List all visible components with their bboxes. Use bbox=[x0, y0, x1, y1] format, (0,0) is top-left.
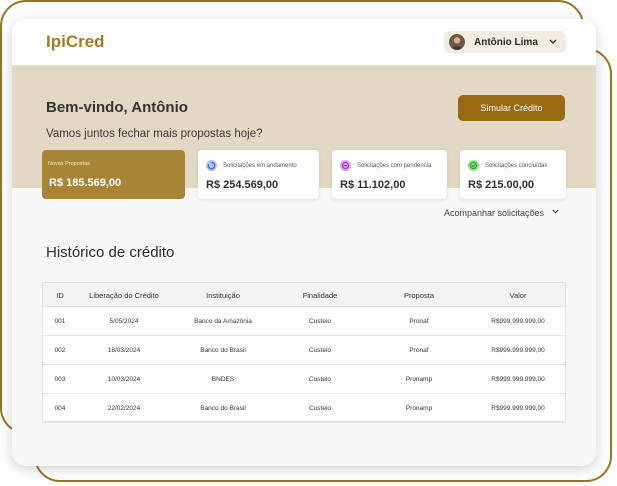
stat-value: R$ 254.569,00 bbox=[206, 179, 279, 191]
cell-institution: Banco da Amazônia bbox=[194, 318, 252, 325]
column-header-value[interactable]: Valor bbox=[473, 291, 563, 300]
stat-value: R$ 11.102,00 bbox=[340, 179, 406, 191]
simulate-credit-button[interactable]: Simular Crédito bbox=[458, 95, 565, 121]
pending-icon bbox=[340, 160, 351, 171]
cell-proposal: Pronamp bbox=[405, 405, 433, 412]
chevron-down-icon bbox=[551, 207, 560, 218]
user-menu[interactable]: Antônio Lima bbox=[444, 31, 566, 53]
cell-proposal: Pronaf bbox=[409, 318, 429, 325]
progress-icon bbox=[206, 160, 217, 171]
top-bar: IpiCred Antônio Lima bbox=[12, 19, 596, 66]
chevron-down-icon[interactable] bbox=[548, 35, 558, 54]
cell-proposal: Pronaf bbox=[409, 347, 429, 354]
stat-card-pending[interactable]: Solicitações com pendencia R$ 11.102,00 bbox=[332, 150, 447, 199]
cell-release-date: 18/03/2024 bbox=[107, 347, 141, 354]
stat-label-row: Solicitações com pendencia bbox=[340, 160, 431, 171]
cell-purpose: Custeio bbox=[308, 347, 332, 354]
user-name: Antônio Lima bbox=[474, 36, 538, 48]
track-requests-label: Acompanhar solicitações bbox=[444, 207, 545, 218]
cell-purpose: Custeio bbox=[308, 405, 332, 412]
stat-card-new-proposals[interactable]: Novas Propostas R$ 185.569,00 bbox=[42, 150, 185, 199]
column-header-institution[interactable]: Instituição bbox=[178, 291, 268, 300]
stat-label-row: Solicitações em andamento bbox=[206, 160, 297, 171]
cell-value: R$999.999.999,00 bbox=[491, 347, 545, 354]
cell-id: 004 bbox=[54, 405, 66, 412]
table-header: ID Liberação do Crédito Instituição Fina… bbox=[43, 283, 565, 307]
cell-proposal: Pronamp bbox=[405, 376, 433, 383]
cell-institution: Banco do Brasil bbox=[200, 347, 246, 354]
stat-label-row: Solicitações concluídas bbox=[468, 160, 547, 171]
cell-institution: Banco do Brasil bbox=[200, 405, 246, 412]
history-title: Histórico de crédito bbox=[46, 244, 175, 261]
cell-id: 002 bbox=[54, 347, 66, 354]
table-row[interactable]: 003 10/03/2024 BNDES Custeio Pronamp R$9… bbox=[43, 364, 565, 394]
stat-card-completed[interactable]: Solicitações concluídas R$ 215.00,00 bbox=[460, 150, 566, 199]
stat-label: Solicitações com pendencia bbox=[357, 162, 432, 169]
column-header-proposal[interactable]: Proposta bbox=[379, 291, 459, 300]
brand-logo: IpiCred bbox=[46, 32, 105, 51]
stat-label: Novas Propostas bbox=[48, 161, 90, 167]
cell-value: R$999.999.999,00 bbox=[491, 405, 545, 412]
table-row[interactable]: 002 18/03/2024 Banco do Brasil Custeio P… bbox=[43, 335, 565, 365]
column-header-id[interactable]: ID bbox=[51, 291, 69, 300]
stat-value: R$ 185.569,00 bbox=[49, 177, 122, 189]
app-window: IpiCred Antônio Lima Bem-vindo, Antônio … bbox=[12, 19, 596, 466]
avatar bbox=[449, 34, 465, 50]
cell-purpose: Custeio bbox=[308, 376, 332, 383]
welcome-heading: Bem-vindo, Antônio bbox=[46, 99, 188, 116]
stat-label: Solicitações em andamento bbox=[223, 162, 297, 169]
cell-id: 001 bbox=[54, 318, 66, 325]
track-requests-link[interactable]: Acompanhar solicitações bbox=[444, 207, 560, 218]
table-row[interactable]: 001 5/05/2024 Banco da Amazônia Custeio … bbox=[43, 306, 565, 336]
stat-label: Solicitações concluídas bbox=[485, 162, 548, 169]
welcome-subtitle: Vamos juntos fechar mais propostas hoje? bbox=[46, 128, 263, 140]
column-header-release-date[interactable]: Liberação do Crédito bbox=[79, 291, 169, 300]
credit-history-table: ID Liberação do Crédito Instituição Fina… bbox=[42, 282, 566, 423]
table-row[interactable]: 004 22/02/2024 Banco do Brasil Custeio P… bbox=[43, 393, 565, 423]
stat-card-in-progress[interactable]: Solicitações em andamento R$ 254.569,00 bbox=[198, 150, 319, 199]
stat-value: R$ 215.00,00 bbox=[468, 179, 535, 191]
column-header-purpose[interactable]: Finalidade bbox=[280, 291, 360, 300]
cell-release-date: 5/05/2024 bbox=[109, 318, 139, 325]
cell-release-date: 10/03/2024 bbox=[107, 376, 141, 383]
cell-id: 003 bbox=[54, 376, 66, 383]
cell-institution: BNDES bbox=[211, 376, 235, 383]
cell-purpose: Custeio bbox=[308, 318, 332, 325]
check-icon bbox=[468, 160, 479, 171]
cell-value: R$999.999.999,00 bbox=[491, 376, 545, 383]
cell-value: R$999.999.999,00 bbox=[491, 318, 545, 325]
cell-release-date: 22/02/2024 bbox=[107, 405, 141, 412]
